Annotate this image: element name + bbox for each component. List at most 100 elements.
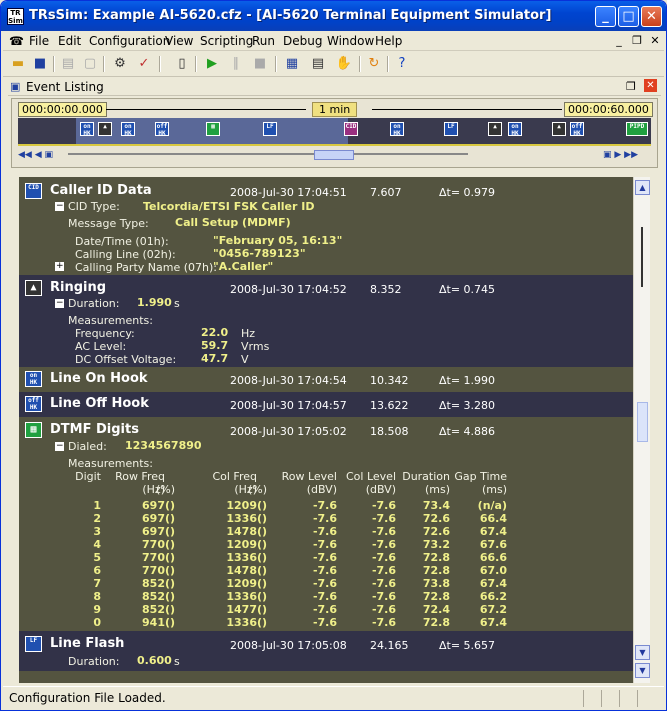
scroll-thumb[interactable] (637, 402, 648, 442)
mdi-minimize-button[interactable]: _ (611, 34, 627, 48)
event-caller-id[interactable]: CID Caller ID Data 2008-Jul-30 17:04:51 … (19, 177, 633, 275)
onhook-icon[interactable]: on HK (80, 122, 94, 137)
timeline-scroll-thumb[interactable] (314, 150, 354, 160)
dtmf-cell: -7.6 (371, 603, 396, 616)
meas-unit: V (241, 353, 249, 366)
timeline-scroll-track[interactable] (68, 153, 468, 155)
offhook-icon[interactable]: off HK (570, 122, 584, 137)
cid-icon[interactable]: CID (344, 122, 358, 136)
event-date: 2008-Jul-30 17:05:08 (230, 639, 347, 652)
onhook-icon[interactable]: on HK (390, 122, 404, 137)
dtmf-cell: () (164, 577, 175, 590)
calendar-icon[interactable]: ▦ (283, 55, 301, 73)
menu-app-icon[interactable]: ☎ (9, 34, 24, 48)
dtmf-cell: () (256, 616, 267, 629)
onhook-icon[interactable]: on HK (508, 122, 522, 137)
dtmf-cell: -7.6 (312, 551, 337, 564)
event-title: Caller ID Data (50, 183, 152, 198)
new-document-icon[interactable]: ▯ (173, 55, 191, 73)
dtmf-cell: 73.4 (422, 499, 450, 512)
menu-run[interactable]: Run (252, 34, 275, 48)
event-next-partial[interactable] (19, 671, 633, 683)
maximize-button[interactable]: □ (618, 6, 639, 27)
dtmf-column-unit: (%) (247, 483, 267, 496)
dtmf-cell: () (256, 499, 267, 512)
menu-view[interactable]: View (165, 34, 193, 48)
close-button[interactable]: ✕ (641, 6, 662, 27)
event-line-flash[interactable]: LF Line Flash 2008-Jul-30 17:05:08 24.16… (19, 631, 633, 671)
save-icon[interactable]: ■ (31, 55, 49, 73)
menu-window[interactable]: Window (327, 34, 374, 48)
timeline-start: 000:00:00.000 (18, 102, 107, 117)
timeline-scrollbar[interactable]: ◀◀ ◀ ▣ ▣ ▶ ▶▶ (18, 149, 651, 164)
timeline-end-icon[interactable]: ▣ ▶ ▶▶ (603, 150, 638, 160)
collapse-icon[interactable]: − (55, 442, 64, 451)
menu-debug[interactable]: Debug (283, 34, 322, 48)
collapse-icon[interactable]: − (55, 202, 64, 211)
dtmf-cell: 5 (93, 551, 101, 564)
hand-icon[interactable]: ✋ (335, 55, 353, 73)
cid-field-value: "February 05, 16:13" (213, 234, 343, 247)
menu-file[interactable]: File (29, 34, 49, 48)
notes-icon[interactable]: ▤ (309, 55, 327, 73)
dtmf-cell: 6 (93, 564, 101, 577)
dialed-value: 1234567890 (125, 439, 202, 452)
refresh-icon[interactable]: ↻ (365, 55, 383, 73)
ringing-icon[interactable]: ▲ (488, 122, 502, 136)
mdi-restore-button[interactable]: ❐ (629, 34, 645, 48)
pause-icon[interactable]: ∥ (227, 55, 245, 73)
print-preview-icon[interactable]: ▢ (81, 55, 99, 73)
scroll-bottom-button[interactable]: ▼ (635, 663, 650, 678)
mdi-close-button[interactable]: ✕ (647, 34, 663, 48)
flash-icon[interactable]: LF (263, 122, 277, 136)
event-delta: Δt= 5.657 (439, 639, 496, 652)
event-line-off-hook[interactable]: off HK Line Off Hook 2008-Jul-30 17:04:5… (19, 392, 633, 417)
event-date: 2008-Jul-30 17:05:02 (230, 425, 347, 438)
timeline-start-icon[interactable]: ◀◀ ◀ ▣ (18, 150, 53, 160)
print-icon[interactable]: ▤ (59, 55, 77, 73)
dtmf-cell: 73.8 (422, 577, 450, 590)
dtmf-cell: 67.4 (479, 577, 507, 590)
scroll-top-button[interactable]: ▲ (635, 180, 650, 195)
timeline-track[interactable]: on HK ▲ on HK off HK ▦ LF CID on HK LF ▲… (18, 118, 651, 146)
offhook-icon[interactable]: off HK (155, 122, 169, 137)
event-list[interactable]: CID Caller ID Data 2008-Jul-30 17:04:51 … (19, 177, 633, 683)
onhook-icon[interactable]: on HK (121, 122, 135, 137)
dtmf-column-unit: (ms) (481, 483, 507, 496)
event-line-on-hook[interactable]: on HK Line On Hook 2008-Jul-30 17:04:54 … (19, 367, 633, 392)
pane-close-icon[interactable]: ✕ (644, 79, 657, 92)
stop-icon[interactable]: ■ (251, 55, 269, 73)
dtmf-cell: 67.4 (479, 525, 507, 538)
run-icon[interactable]: ▶ (203, 55, 221, 73)
checklist-icon[interactable]: ✓ (135, 55, 153, 73)
meas-unit: Vrms (241, 340, 270, 353)
dtmf-cell: -7.6 (312, 512, 337, 525)
collapse-icon[interactable]: − (55, 299, 64, 308)
cid-icon: CID (25, 183, 42, 199)
menu-configuration[interactable]: Configuration (89, 34, 170, 48)
scroll-down-button[interactable]: ▼ (635, 645, 650, 660)
event-delta: Δt= 0.979 (439, 186, 496, 199)
menu-edit[interactable]: Edit (58, 34, 81, 48)
toolbar: ▬ ■ ▤ ▢ ⚙ ✓ ▯ ▶ ∥ ■ ▦ ▤ ✋ ↻ ? (3, 52, 664, 77)
dtmf-icon[interactable]: PIPD (626, 122, 648, 136)
dtmf-cell: -7.6 (371, 499, 396, 512)
ringing-icon: ▲ (25, 280, 42, 296)
help-icon[interactable]: ? (393, 55, 411, 73)
event-ringing[interactable]: ▲ Ringing 2008-Jul-30 17:04:52 8.352 Δt=… (19, 275, 633, 367)
open-icon[interactable]: ▬ (9, 55, 27, 73)
flash-icon[interactable]: LF (444, 122, 458, 136)
event-dtmf-digits[interactable]: ▦ DTMF Digits 2008-Jul-30 17:05:02 18.50… (19, 417, 633, 631)
pane-restore-icon[interactable]: ❐ (626, 80, 636, 93)
dtmf-icon[interactable]: ▦ (206, 122, 220, 136)
ringing-icon[interactable]: ▲ (552, 122, 566, 136)
expand-icon[interactable]: + (55, 262, 64, 271)
minimize-button[interactable]: _ (595, 6, 616, 27)
gear-icon[interactable]: ⚙ (111, 55, 129, 73)
menu-help[interactable]: Help (375, 34, 402, 48)
meas-label: DC Offset Voltage: (75, 353, 177, 366)
event-list-scrollbar[interactable]: ▲ ▼ ▼ (633, 177, 650, 683)
title-bar[interactable]: TR Sim TRsSim: Example AI-5620.cfz - [AI… (1, 1, 666, 31)
menu-scripting[interactable]: Scripting (200, 34, 253, 48)
ringing-icon[interactable]: ▲ (98, 122, 112, 136)
